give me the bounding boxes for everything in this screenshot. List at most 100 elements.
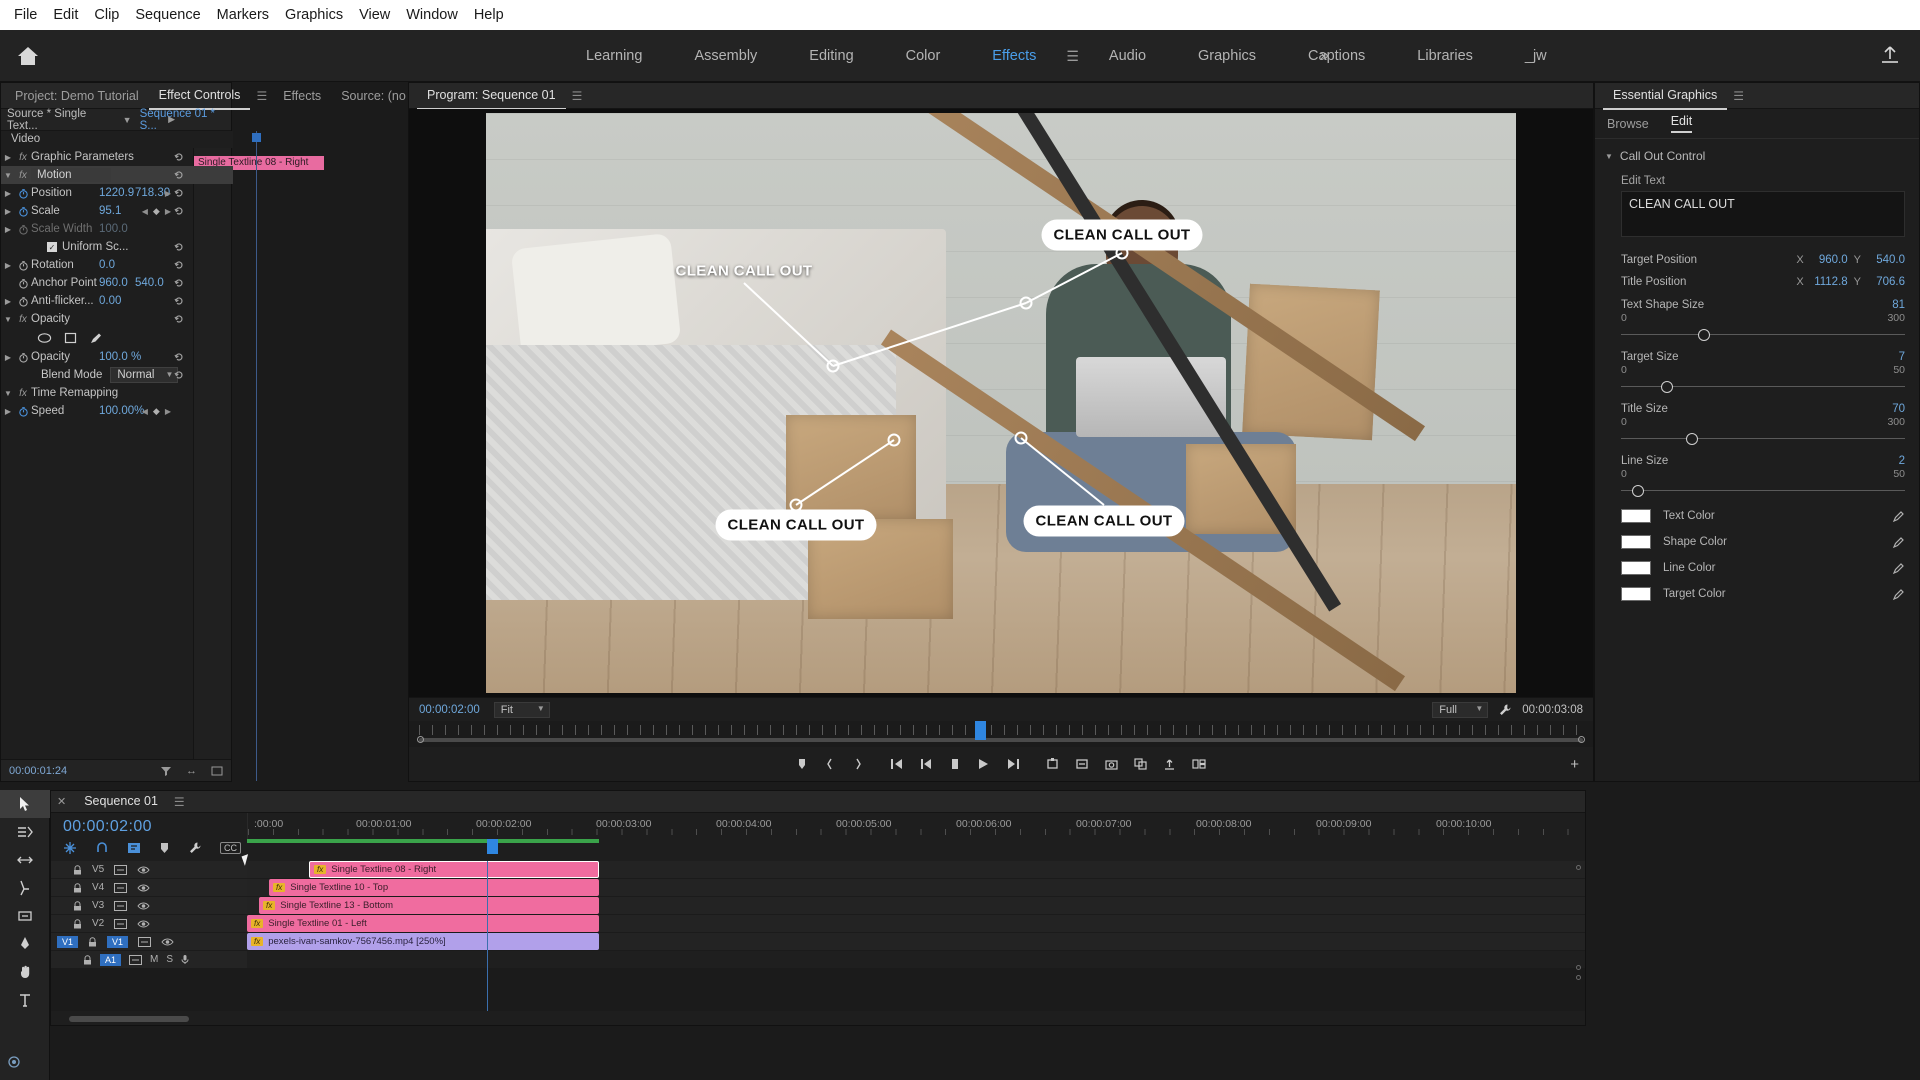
zoom-level-dropdown[interactable]: Fit ▼ (493, 701, 550, 718)
uniform-scale-checkbox[interactable]: ✓ (47, 242, 57, 252)
chevron-right-icon[interactable]: ▶ (1, 353, 15, 362)
workspace-tab-audio[interactable]: Audio (1083, 30, 1172, 82)
text-color-swatch[interactable] (1621, 509, 1651, 523)
track-badge-v1[interactable]: V1 (57, 935, 79, 948)
reset-icon[interactable] (173, 295, 185, 307)
target-color-swatch[interactable] (1621, 587, 1651, 601)
workspace-tab-editing[interactable]: Editing (783, 30, 879, 82)
timeline-clip-video[interactable]: fx pexels-ivan-samkov-7567456.mp4 [250%] (247, 933, 599, 950)
menu-item-edit[interactable]: Edit (45, 0, 86, 30)
title-position-x[interactable]: 1112.8 (1810, 276, 1847, 288)
close-icon[interactable]: ✕ (57, 795, 66, 808)
menu-item-sequence[interactable]: Sequence (127, 0, 208, 30)
microphone-icon[interactable] (181, 954, 189, 965)
ec-prop-opacity[interactable]: ▶ Opacity 100.0 % (1, 348, 233, 366)
program-scrub-track[interactable] (419, 738, 1583, 742)
export-frame-icon[interactable] (1105, 758, 1118, 770)
chevron-right-icon[interactable]: ▶ (1, 261, 15, 270)
title-position-y[interactable]: 706.6 (1867, 276, 1905, 288)
mute-button[interactable]: M (150, 954, 158, 965)
timeline-clip-textline-01[interactable]: fx Single Textline 01 - Left (247, 915, 599, 932)
target-track-icon[interactable] (114, 918, 128, 929)
reset-icon[interactable] (173, 169, 185, 181)
stopwatch-icon[interactable] (15, 352, 31, 363)
target-position-x[interactable]: 960.0 (1810, 254, 1848, 266)
chevron-right-icon[interactable]: ▶ (1, 207, 15, 216)
workspace-tab-assembly[interactable]: Assembly (668, 30, 783, 82)
target-size-track[interactable] (1621, 379, 1905, 395)
tab-project[interactable]: Project: Demo Tutorial (5, 83, 149, 109)
menu-item-help[interactable]: Help (466, 0, 512, 30)
target-track-icon[interactable] (114, 900, 128, 911)
timeline-ruler[interactable]: :00:00 00:00:01:00 00:00:02:00 00:00:03:… (247, 813, 1585, 839)
line-color-swatch[interactable] (1621, 561, 1651, 575)
reset-icon[interactable] (173, 241, 185, 253)
workspace-tab-learning[interactable]: Learning (560, 30, 668, 82)
chevron-down-icon[interactable]: ▼ (1, 171, 15, 180)
eye-icon[interactable] (161, 937, 174, 947)
step-forward-icon[interactable] (1006, 758, 1020, 770)
ec-value-rotation[interactable]: 0.0 (99, 259, 115, 271)
track-header-a1[interactable]: A1 M S (51, 951, 247, 969)
workspace-tab-captions[interactable]: Captions (1282, 30, 1391, 82)
eyedropper-icon[interactable] (1892, 536, 1905, 549)
track-header-v5[interactable]: V5 (51, 861, 247, 879)
lock-icon[interactable] (73, 900, 82, 911)
chevron-down-icon[interactable]: ▼ (1, 389, 15, 398)
export-icon[interactable] (1163, 758, 1176, 770)
call-out-control-section[interactable]: ▼ Call Out Control (1595, 139, 1919, 169)
panel-menu-icon[interactable]: ☰ (1727, 89, 1750, 103)
timeline-playhead-handle[interactable] (487, 839, 498, 854)
blend-mode-dropdown[interactable]: Normal ▼ (110, 367, 179, 383)
edit-text-input[interactable]: CLEAN CALL OUT (1621, 191, 1905, 237)
go-to-in-icon[interactable] (890, 758, 904, 770)
tab-effect-controls[interactable]: Effect Controls (148, 82, 251, 110)
ec-prop-speed[interactable]: ▶ Speed 100.00% ◀ ◆ ▶ (1, 402, 233, 420)
track-lane-a1[interactable] (247, 951, 1585, 969)
keyframe-view-icon[interactable] (211, 765, 223, 777)
stopwatch-icon[interactable] (15, 406, 31, 417)
tab-essential-graphics[interactable]: Essential Graphics (1603, 82, 1728, 110)
ripple-edit-icon[interactable] (0, 846, 50, 874)
tab-program-sequence[interactable]: Program: Sequence 01 (417, 82, 566, 110)
track-header-v2[interactable]: V2 (51, 915, 247, 933)
ec-prop-position[interactable]: ▶ Position 1220.9 718.30 ▶ (1, 184, 233, 202)
work-area-bar[interactable] (247, 839, 599, 843)
lift-icon[interactable] (1046, 758, 1059, 770)
ec-group-motion[interactable]: ▼ fx Motion (1, 166, 233, 184)
solo-button[interactable]: S (166, 954, 173, 965)
text-shape-size-value[interactable]: 81 (1892, 299, 1905, 311)
reset-icon[interactable] (173, 259, 185, 271)
program-video-area[interactable]: CLEAN CALL OUT CLEAN CALL OUT CLEAN CALL… (409, 109, 1593, 697)
extract-icon[interactable] (1075, 758, 1089, 770)
lock-icon[interactable] (73, 864, 82, 875)
panel-menu-icon[interactable]: ☰ (168, 795, 191, 809)
scrub-end-handle[interactable] (1578, 736, 1585, 743)
text-shape-size-knob[interactable] (1697, 329, 1710, 341)
lock-icon[interactable] (88, 936, 97, 947)
subtab-browse[interactable]: Browse (1607, 117, 1649, 131)
program-current-timecode[interactable]: 00:00:02:00 (419, 704, 480, 716)
chevron-right-icon[interactable]: ▶ (168, 114, 175, 125)
eye-icon[interactable] (137, 919, 150, 929)
slip-tool-icon[interactable] (0, 902, 50, 930)
cc-icon[interactable]: CC (220, 842, 241, 854)
ec-group-opacity[interactable]: ▼ fx Opacity (1, 310, 233, 328)
chevron-right-icon[interactable]: ▶ (1, 407, 15, 416)
reset-icon[interactable] (173, 313, 185, 325)
add-marker-icon[interactable] (159, 842, 170, 854)
lock-icon[interactable] (73, 882, 82, 893)
ec-prop-rotation[interactable]: ▶ Rotation 0.0 (1, 256, 233, 274)
reset-icon[interactable] (173, 151, 185, 163)
stopwatch-icon[interactable] (15, 278, 31, 289)
chevron-double-right-icon[interactable]: » (1320, 47, 1329, 65)
selection-tool-icon[interactable] (0, 790, 50, 818)
lock-icon[interactable] (73, 918, 82, 929)
chevron-down-icon[interactable]: ▼ (1, 315, 15, 324)
stopwatch-icon[interactable] (15, 296, 31, 307)
track-lane-v1[interactable]: fx pexels-ivan-samkov-7567456.mp4 [250%] (247, 933, 1585, 951)
ec-value-speed[interactable]: 100.00% (99, 405, 144, 417)
program-playhead[interactable] (975, 721, 986, 740)
filter-icon[interactable] (160, 765, 172, 777)
reset-icon[interactable] (173, 187, 185, 199)
